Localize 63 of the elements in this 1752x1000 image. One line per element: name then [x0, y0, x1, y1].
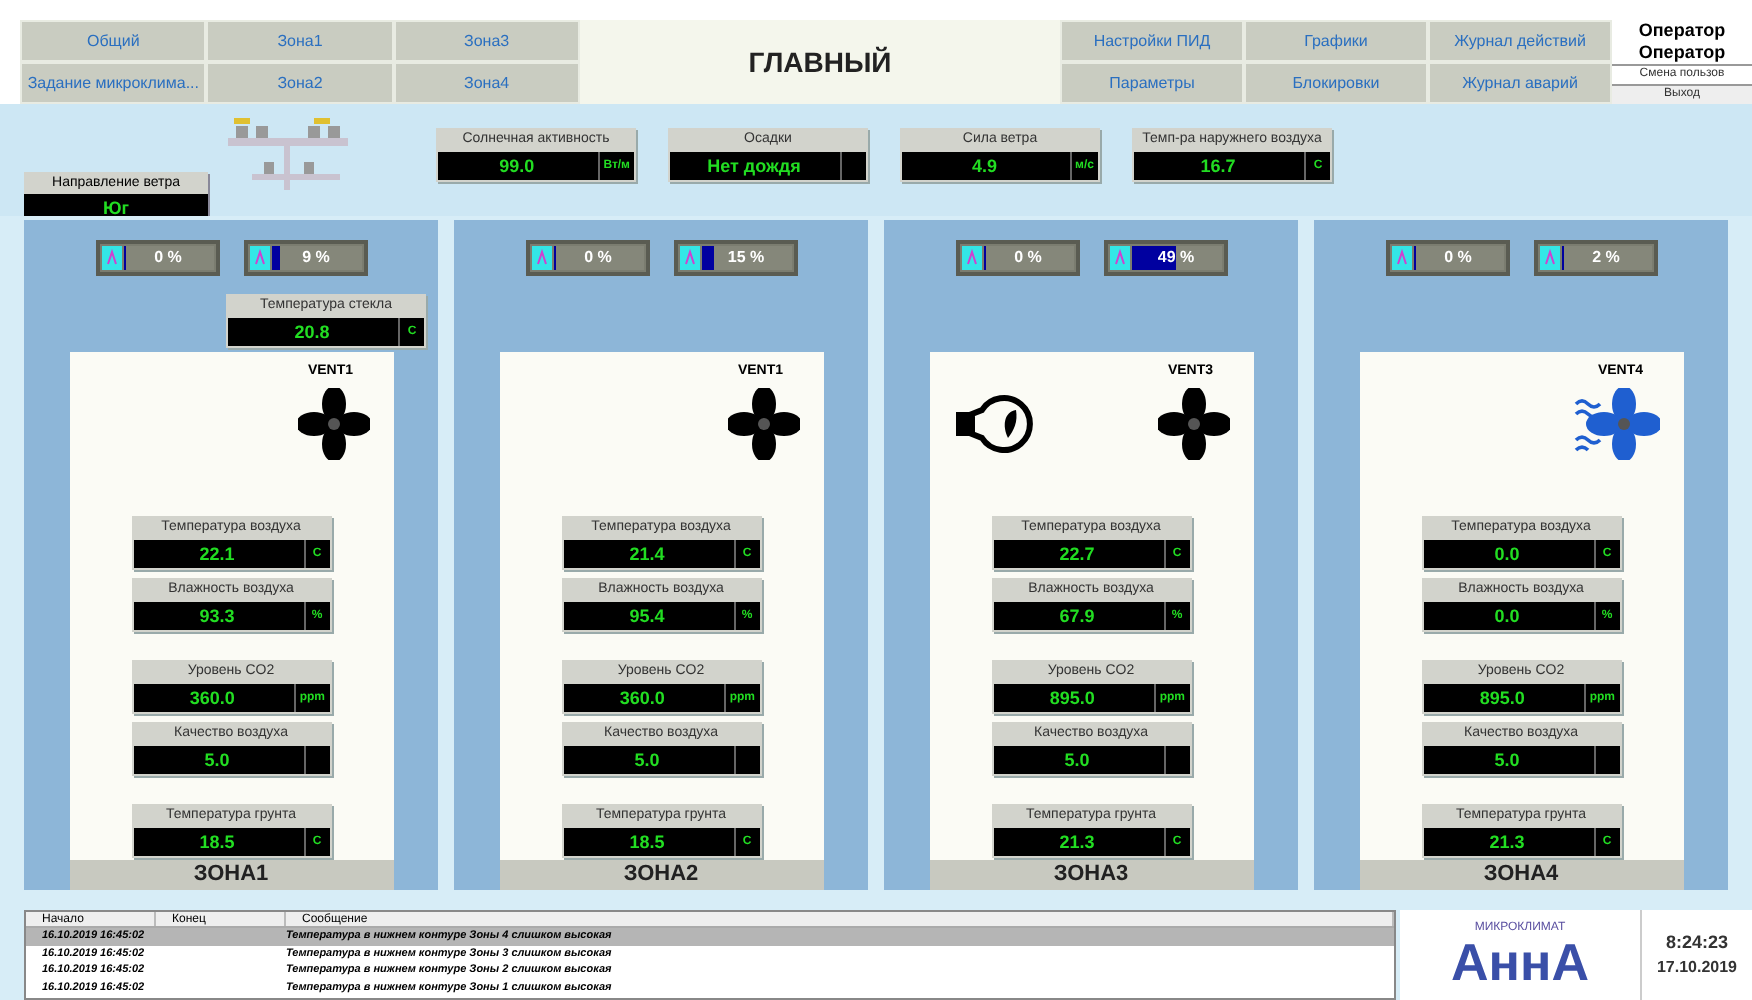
gauge-reading: 0 %	[582, 246, 614, 270]
gauge-reading: 15 %	[725, 246, 767, 270]
nav-tab[interactable]: Зона1	[206, 20, 394, 62]
nav-tab[interactable]: Задание микроклима...	[20, 62, 207, 104]
nav-tab[interactable]: Блокировки	[1244, 62, 1428, 104]
reading-value: 21.4	[627, 541, 667, 567]
reading-value: 22.7	[1057, 541, 1097, 567]
reading-value: 5.0	[202, 747, 232, 773]
nav-tab[interactable]: Зона3	[393, 20, 580, 62]
user-name: Оператор	[1638, 42, 1726, 64]
mode-icon	[1109, 246, 1129, 270]
reading-value: 95.4	[627, 603, 667, 629]
gauge-reading: 9 %	[300, 246, 332, 270]
zone-name: ЗОНА2	[499, 860, 823, 890]
reading-value: 22.1	[197, 541, 237, 567]
gauge-reading: 49 %	[1155, 246, 1197, 270]
mode-icon	[679, 246, 699, 270]
logo-name: АннА	[1451, 936, 1589, 988]
reading-value: 5.0	[1062, 747, 1092, 773]
reading-value: 0.0	[1492, 603, 1522, 629]
reading-value: 18.5	[627, 829, 667, 855]
clock-date: 17.10.2019	[1656, 956, 1738, 981]
mode-icon	[101, 246, 121, 270]
reading-value: 360.0	[187, 685, 237, 711]
page-title: ГЛАВНЫЙ	[580, 20, 1060, 104]
reading-value: 0.0	[1492, 541, 1522, 567]
reading-value: 20.8	[292, 320, 332, 346]
reading-value: 895.0	[1477, 685, 1527, 711]
reading-value: 5.0	[1492, 747, 1522, 773]
reading-value: Нет дождя	[705, 153, 803, 179]
reading-value: 360.0	[617, 685, 667, 711]
nav-tab[interactable]: Настройки ПИД	[1060, 20, 1244, 62]
gauge-reading: 0 %	[1012, 246, 1044, 270]
gauge-reading: 0 %	[1442, 246, 1474, 270]
reading-value: 5.0	[632, 747, 662, 773]
reading-value: 18.5	[197, 829, 237, 855]
nav-tab[interactable]: Журнал аварий	[1428, 62, 1612, 104]
gauge-reading: 2 %	[1590, 246, 1622, 270]
reading-value: 99.0	[497, 153, 537, 179]
zone-name: ЗОНА1	[69, 860, 393, 890]
mode-icon	[531, 246, 551, 270]
nav-tab[interactable]: Журнал действий	[1428, 20, 1612, 62]
reading-value: 21.3	[1487, 829, 1527, 855]
reading-value: 21.3	[1057, 829, 1097, 855]
nav-tab[interactable]: Зона2	[206, 62, 394, 104]
zone-name: ЗОНА4	[1359, 860, 1683, 890]
clock-time: 8:24:23	[1665, 929, 1729, 956]
mode-icon	[1391, 246, 1411, 270]
zone-name: ЗОНА3	[929, 860, 1253, 890]
reading-value: 67.9	[1057, 603, 1097, 629]
mode-icon	[961, 246, 981, 270]
user-role: Оператор	[1638, 20, 1726, 42]
reading-value: 93.3	[197, 603, 237, 629]
mode-icon	[249, 246, 269, 270]
gauge-reading: 0 %	[152, 246, 184, 270]
nav-tab[interactable]: Зона4	[393, 62, 580, 104]
reading-value: 16.7	[1198, 153, 1238, 179]
nav-tab[interactable]: Графики	[1244, 20, 1428, 62]
mode-icon	[1539, 246, 1559, 270]
nav-tab[interactable]: Общий	[20, 20, 207, 62]
reading-value: 895.0	[1047, 685, 1097, 711]
reading-value: 4.9	[970, 153, 1000, 179]
nav-tab[interactable]: Параметры	[1060, 62, 1244, 104]
